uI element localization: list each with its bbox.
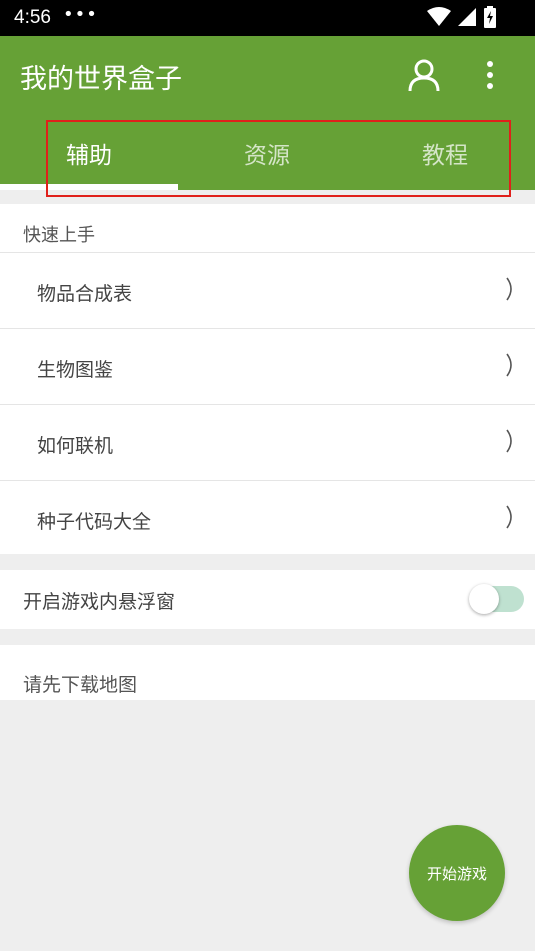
map-notice-text: 请先下载地图 [23, 674, 138, 696]
menu-item-mob-guide[interactable]: 生物图鉴 [0, 329, 535, 405]
status-time: 4:56 [14, 7, 51, 28]
quick-start-section: 快速上手 物品合成表 生物图鉴 如何联机 种子代码大全 [0, 204, 535, 554]
app-title: 我的世界盒子 [20, 64, 182, 95]
menu-item-label: 生物图鉴 [37, 359, 114, 381]
floating-window-section: 开启游戏内悬浮窗 [0, 570, 535, 629]
status-icons [427, 6, 497, 28]
signal-icon [458, 8, 476, 26]
wifi-icon [427, 7, 451, 26]
chevron-right-icon [506, 277, 512, 301]
battery-charging-icon [484, 6, 496, 28]
section-header-quick-start: 快速上手 [0, 204, 535, 253]
toggle-knob[interactable] [469, 584, 499, 614]
menu-item-crafting-table[interactable]: 物品合成表 [0, 253, 535, 329]
person-outline-icon[interactable] [407, 58, 441, 92]
map-notice-section: 请先下载地图 [0, 645, 535, 700]
vertical-dots-icon[interactable] [478, 60, 502, 90]
tabs-highlight-box [46, 120, 511, 197]
menu-item-label: 如何联机 [37, 435, 114, 457]
status-bar: 4:56 ••• [0, 0, 535, 36]
menu-item-seed-codes[interactable]: 种子代码大全 [0, 481, 535, 557]
status-notification-dots: ••• [63, 4, 98, 25]
start-game-button[interactable]: 开始游戏 [409, 825, 505, 921]
floating-window-label: 开启游戏内悬浮窗 [23, 591, 176, 613]
chevron-right-icon [506, 429, 512, 453]
chevron-right-icon [506, 353, 512, 377]
menu-item-label: 种子代码大全 [37, 511, 152, 533]
menu-item-label: 物品合成表 [37, 283, 133, 305]
app-header: 我的世界盒子 辅助 资源 教程 [0, 36, 535, 197]
menu-item-multiplayer[interactable]: 如何联机 [0, 405, 535, 481]
chevron-right-icon [506, 505, 512, 529]
